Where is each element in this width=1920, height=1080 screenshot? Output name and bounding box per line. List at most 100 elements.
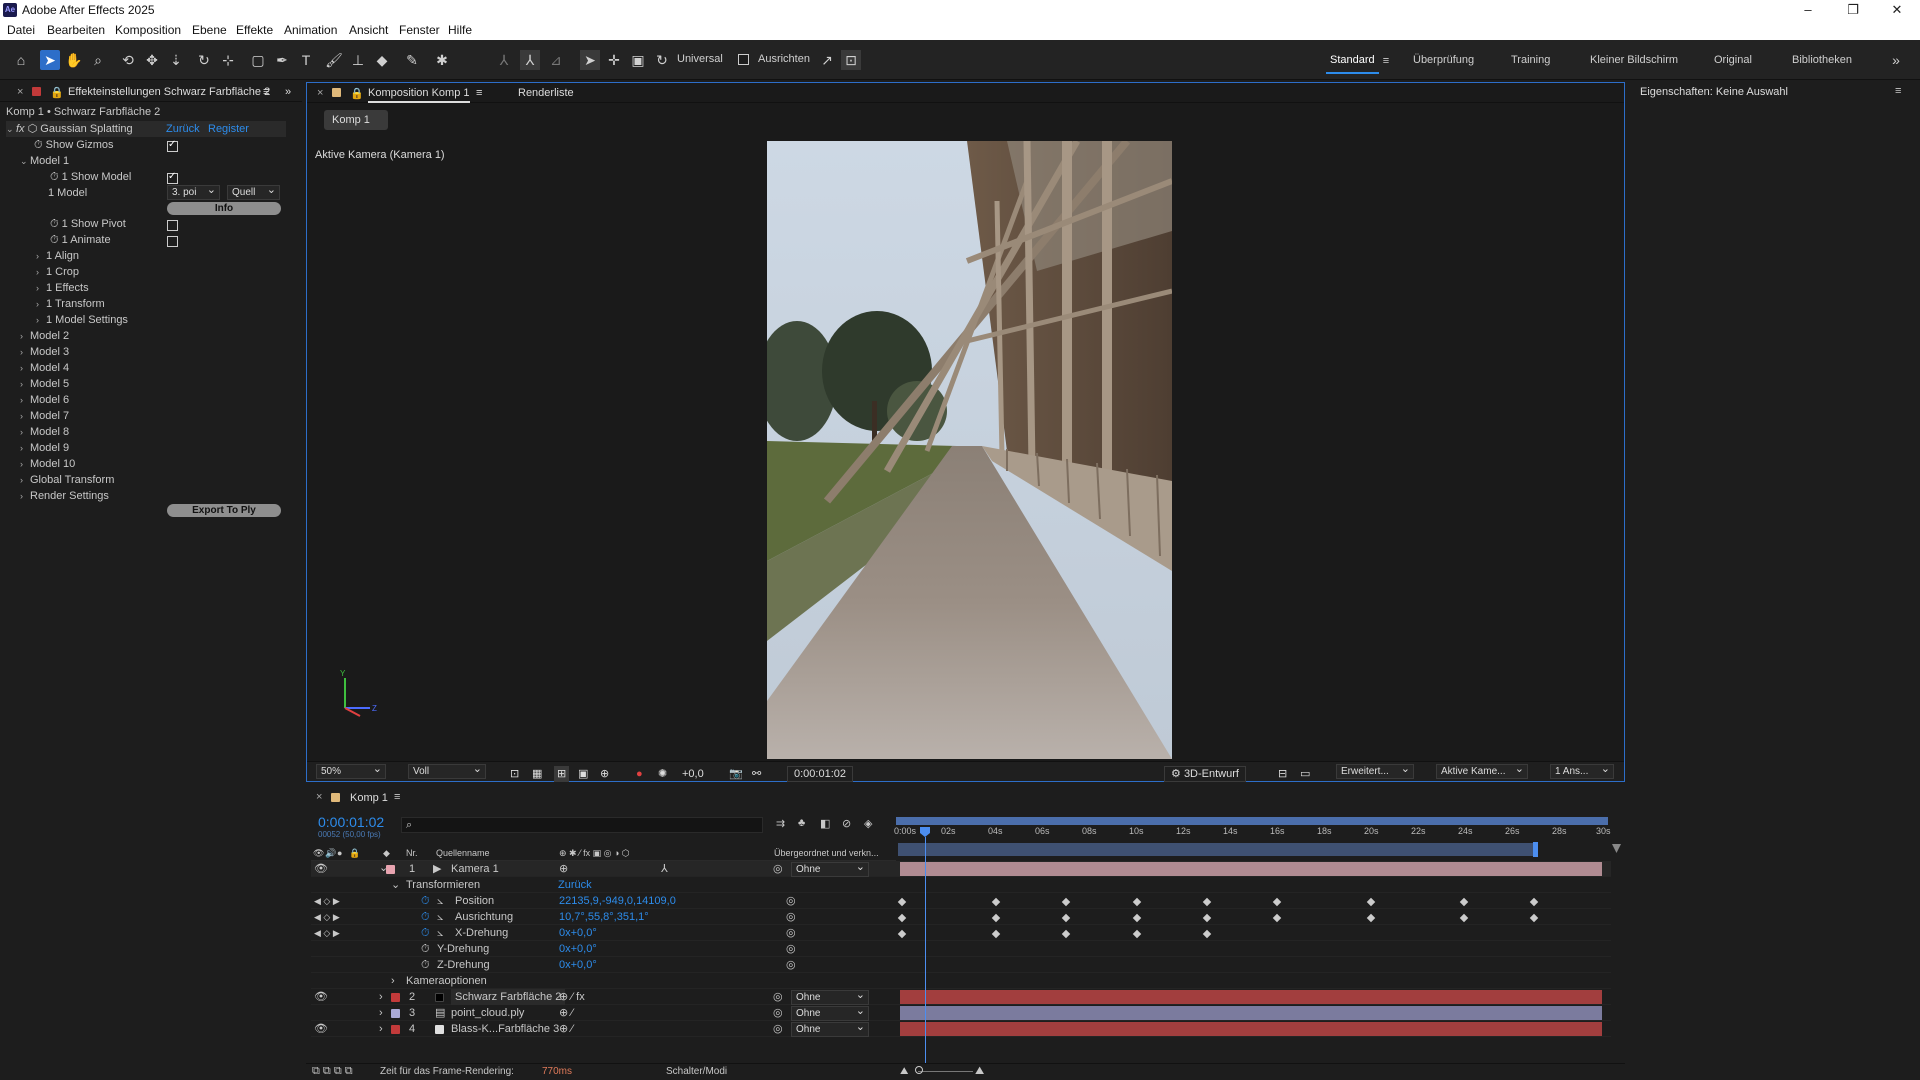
export-to-ply-button[interactable]: Export To Ply (167, 504, 281, 517)
views-layout-select[interactable]: 1 Ans... (1550, 763, 1614, 779)
minimize-icon[interactable]: – (1793, 2, 1823, 17)
workspace-original[interactable]: Original (1714, 54, 1752, 66)
menu-komposition[interactable]: Komposition (115, 23, 181, 37)
keyframe-nav-icon[interactable]: ◀ ◇ ▶ (314, 893, 340, 909)
prop-value[interactable]: 0x+0,0° (559, 941, 597, 957)
prop-row-z-rotation[interactable]: ⏱ Z-Drehung 0x+0,0° ◎ (311, 957, 1611, 973)
menu-ebene[interactable]: Ebene (192, 23, 227, 37)
extended-select[interactable]: Erweitert... (1336, 763, 1414, 779)
expand-layer-icon[interactable]: › (379, 1005, 383, 1021)
eye-icon[interactable]: 👁 (314, 1021, 328, 1037)
align-checkbox[interactable] (738, 54, 749, 65)
pickwhip-icon[interactable]: ◎ (786, 893, 796, 909)
renderer-button[interactable]: ⚙ 3D-Entwurf (1164, 766, 1246, 782)
menu-animation[interactable]: Animation (284, 23, 337, 37)
group-model-2[interactable]: › Model 2 (20, 328, 69, 344)
resolution-select[interactable]: Voll (408, 763, 486, 779)
zoom-out-icon[interactable]: ⛰ (900, 1066, 908, 1077)
group-model-3[interactable]: › Model 3 (20, 344, 69, 360)
home-icon[interactable]: ⌂ (11, 50, 31, 70)
work-area-range[interactable] (896, 817, 1608, 825)
grid-options-icon[interactable]: ⊕ (600, 766, 609, 782)
expand-transform-icon[interactable]: ⌄ (391, 877, 400, 893)
stopwatch-icon[interactable]: ⏱ (421, 957, 430, 973)
workspace-libraries[interactable]: Bibliotheken (1792, 54, 1852, 66)
effect-register-link[interactable]: Register (208, 121, 249, 137)
universal-select-icon[interactable]: ➤ (580, 50, 600, 70)
snapshot-icon[interactable]: 📷 (729, 766, 743, 782)
group-model-9[interactable]: › Model 9 (20, 440, 69, 456)
viewer-image[interactable] (767, 141, 1172, 759)
pickwhip-icon[interactable]: ◎ (773, 989, 783, 1005)
panel-menu-icon[interactable]: ≡ (394, 791, 400, 803)
group-global-transform[interactable]: › Global Transform (20, 472, 114, 488)
3d-layer-icon[interactable]: ⅄ (661, 861, 668, 877)
shy-switch-icon[interactable]: ⊕ ⁄ (559, 1005, 573, 1021)
menu-effekte[interactable]: Effekte (236, 23, 273, 37)
work-area-bar[interactable] (896, 817, 1608, 825)
roto-tool-icon[interactable]: ✎ (402, 50, 422, 70)
group-effects[interactable]: › 1 Effects (36, 280, 89, 296)
comp-breadcrumb-button[interactable]: Komp 1 (324, 110, 388, 130)
exposure-value[interactable]: +0,0 (682, 766, 704, 782)
maximize-icon[interactable]: ❐ (1838, 2, 1868, 18)
model1-group[interactable]: ⌄ Model 1 (20, 153, 69, 169)
timeline-zoom-slider[interactable] (918, 1071, 973, 1072)
zoom-in-icon[interactable]: ⛰ (975, 1065, 984, 1078)
layer-name[interactable]: Blass-K...Farbfläche 3 (451, 1021, 559, 1037)
expand-layer-icon[interactable]: ⌄ (379, 861, 388, 874)
pickwhip-icon[interactable]: ◎ (786, 925, 796, 941)
axis-local-icon[interactable]: ⅄ (494, 50, 514, 70)
workspace-small-screen[interactable]: Kleiner Bildschirm (1590, 54, 1678, 66)
effect-reset-link[interactable]: Zurück (166, 121, 200, 137)
layer-bar-camera[interactable] (900, 862, 1602, 876)
show-gizmos-checkbox[interactable] (167, 139, 178, 152)
prop-value[interactable]: 0x+0,0° (559, 957, 597, 973)
stopwatch-icon[interactable]: ⏱ (50, 171, 59, 183)
group-transform[interactable]: › 1 Transform (36, 296, 105, 312)
workspace-review[interactable]: Überprüfung (1413, 54, 1474, 66)
timeline-timecode[interactable]: 0:00:01:02 (318, 814, 384, 830)
footer-toggle-icons[interactable]: ⧉ ⧉ ⧉ ⧉ (312, 1065, 353, 1078)
snap-options-icon[interactable]: ⊡ (841, 50, 861, 70)
rotate-universal-icon[interactable]: ↻ (652, 50, 672, 70)
menu-ansicht[interactable]: Ansicht (349, 23, 388, 37)
show-model-checkbox[interactable] (167, 171, 178, 184)
graph-icon[interactable]: ⦣ (437, 909, 443, 925)
camera-options-row[interactable]: › Kameraoptionen (311, 973, 1611, 989)
expand-camera-options-icon[interactable]: › (391, 973, 395, 989)
source-select[interactable]: Quell (227, 184, 280, 200)
layer-bar-solid-2[interactable] (900, 990, 1602, 1004)
mask-visibility-icon[interactable]: ⊞ (554, 766, 570, 782)
workspace-menu-icon[interactable]: ≡ (1376, 51, 1396, 71)
pickwhip-icon[interactable]: ◎ (786, 941, 796, 957)
transform-row[interactable]: ⌄ Transformieren Zurück (311, 877, 1611, 893)
pen-tool-icon[interactable]: ✒ (272, 50, 292, 70)
timeline-search-input[interactable]: ⌕ (401, 817, 763, 833)
stopwatch-icon[interactable]: ⏱ (34, 139, 43, 151)
group-model-6[interactable]: › Model 6 (20, 392, 69, 408)
layer-bar-solid-3[interactable] (900, 1022, 1602, 1036)
axis-view-icon[interactable]: ⊿ (546, 50, 566, 70)
layer-name[interactable]: Kamera 1 (451, 861, 499, 877)
snap-icon[interactable]: ↗ (817, 50, 837, 70)
show-snapshot-icon[interactable]: ⚯ (752, 766, 761, 782)
region-of-interest-icon[interactable]: ⊡ (510, 766, 519, 782)
viewer-timecode[interactable]: 0:00:01:02 (787, 766, 853, 782)
rectangle-tool-icon[interactable]: ▢ (248, 50, 268, 70)
graph-icon[interactable]: ⦣ (437, 925, 443, 941)
pickwhip-icon[interactable]: ◎ (773, 861, 783, 877)
playhead-line[interactable] (925, 837, 926, 1063)
prop-value[interactable]: 10,7°,55,8°,351,1° (559, 909, 649, 925)
camera-view-select[interactable]: Aktive Kame... (1436, 763, 1528, 779)
prop-row-position[interactable]: ◀ ◇ ▶ ⏱ ⦣ Position 22135,9,-949,0,14109,… (311, 893, 1611, 909)
show-pivot-checkbox[interactable] (167, 220, 178, 231)
prop-value[interactable]: 0x+0,0° (559, 925, 597, 941)
parent-select[interactable]: Ohne (791, 1005, 869, 1021)
graph-icon[interactable]: ⦣ (437, 893, 443, 909)
panel-menu-icon[interactable]: ≡ (1895, 85, 1901, 97)
menu-hilfe[interactable]: Hilfe (448, 23, 472, 37)
group-model-8[interactable]: › Model 8 (20, 424, 69, 440)
layer-label-color[interactable] (391, 993, 400, 1002)
fx-icon[interactable]: fx (16, 123, 25, 135)
